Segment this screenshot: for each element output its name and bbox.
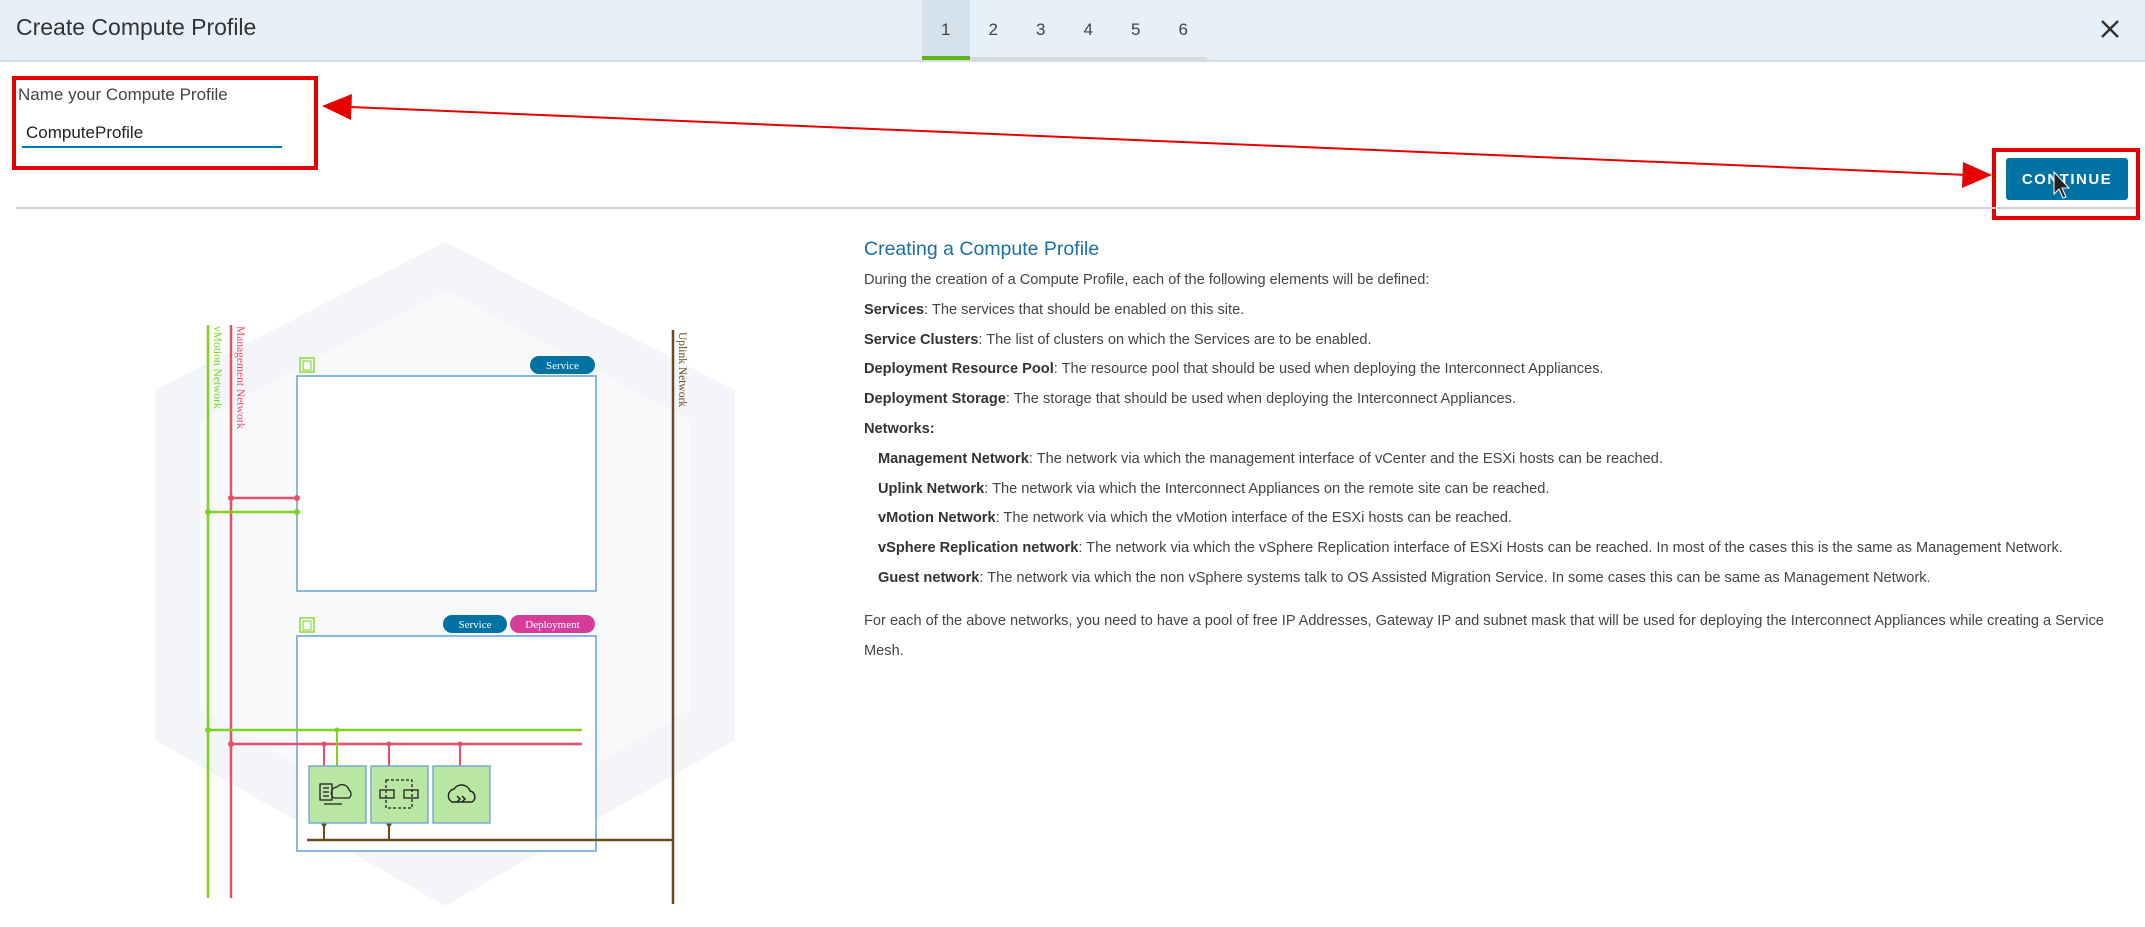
uplink-network-label: Uplink Network (676, 332, 688, 407)
annotation-box-continue (1992, 148, 2140, 220)
info-intro: During the creation of a Compute Profile… (864, 272, 1430, 288)
info-footer: For each of the above networks, you need… (864, 612, 2104, 659)
interconnect-appliance (308, 765, 367, 824)
service-badge-2-label: Service (459, 619, 492, 631)
info-network-guest: Guest network: The network via which the… (878, 569, 1931, 586)
annotation-box-name (12, 76, 318, 170)
info-title: Creating a Compute Profile (864, 238, 1100, 260)
info-network-replication: vSphere Replication network: The network… (878, 540, 2063, 557)
network-extension-appliance (432, 765, 491, 824)
compute-profile-diagram: vMotion Network Management Network Uplin… (155, 242, 735, 906)
step-3[interactable]: 3 (1017, 0, 1065, 60)
cluster-box-1 (296, 375, 597, 592)
close-icon[interactable] (2095, 14, 2125, 44)
step-4[interactable]: 4 (1065, 0, 1113, 60)
info-network-uplink: Uplink Network: The network via which th… (878, 480, 1550, 497)
info-panel: Creating a Compute Profile During the cr… (864, 238, 2134, 677)
management-network-label: Management Network (234, 326, 246, 429)
step-navigation: 1 2 3 4 5 6 (922, 0, 1207, 60)
service-badge-1-label: Service (546, 360, 579, 372)
info-networks-heading: Networks: (864, 420, 935, 437)
info-item-service-clusters: Service Clusters: The list of clusters o… (864, 331, 1372, 348)
info-network-management: Management Network: The network via whic… (878, 450, 1663, 467)
info-network-vmotion: vMotion Network: The network via which t… (878, 510, 1513, 527)
vmotion-network-label: vMotion Network (211, 326, 223, 409)
divider (16, 207, 2136, 209)
dialog-header: Create Compute Profile 1 2 3 4 5 6 (0, 0, 2145, 62)
info-item-storage: Deployment Storage: The storage that sho… (864, 391, 1516, 408)
info-item-resource-pool: Deployment Resource Pool: The resource p… (864, 361, 1604, 378)
step-6[interactable]: 6 (1160, 0, 1208, 60)
step-2[interactable]: 2 (970, 0, 1018, 60)
deployment-badge-label: Deployment (525, 619, 579, 631)
step-1[interactable]: 1 (922, 0, 970, 60)
info-item-services: Services: The services that should be en… (864, 301, 1245, 318)
dialog-title: Create Compute Profile (16, 14, 257, 40)
step-5[interactable]: 5 (1112, 0, 1160, 60)
